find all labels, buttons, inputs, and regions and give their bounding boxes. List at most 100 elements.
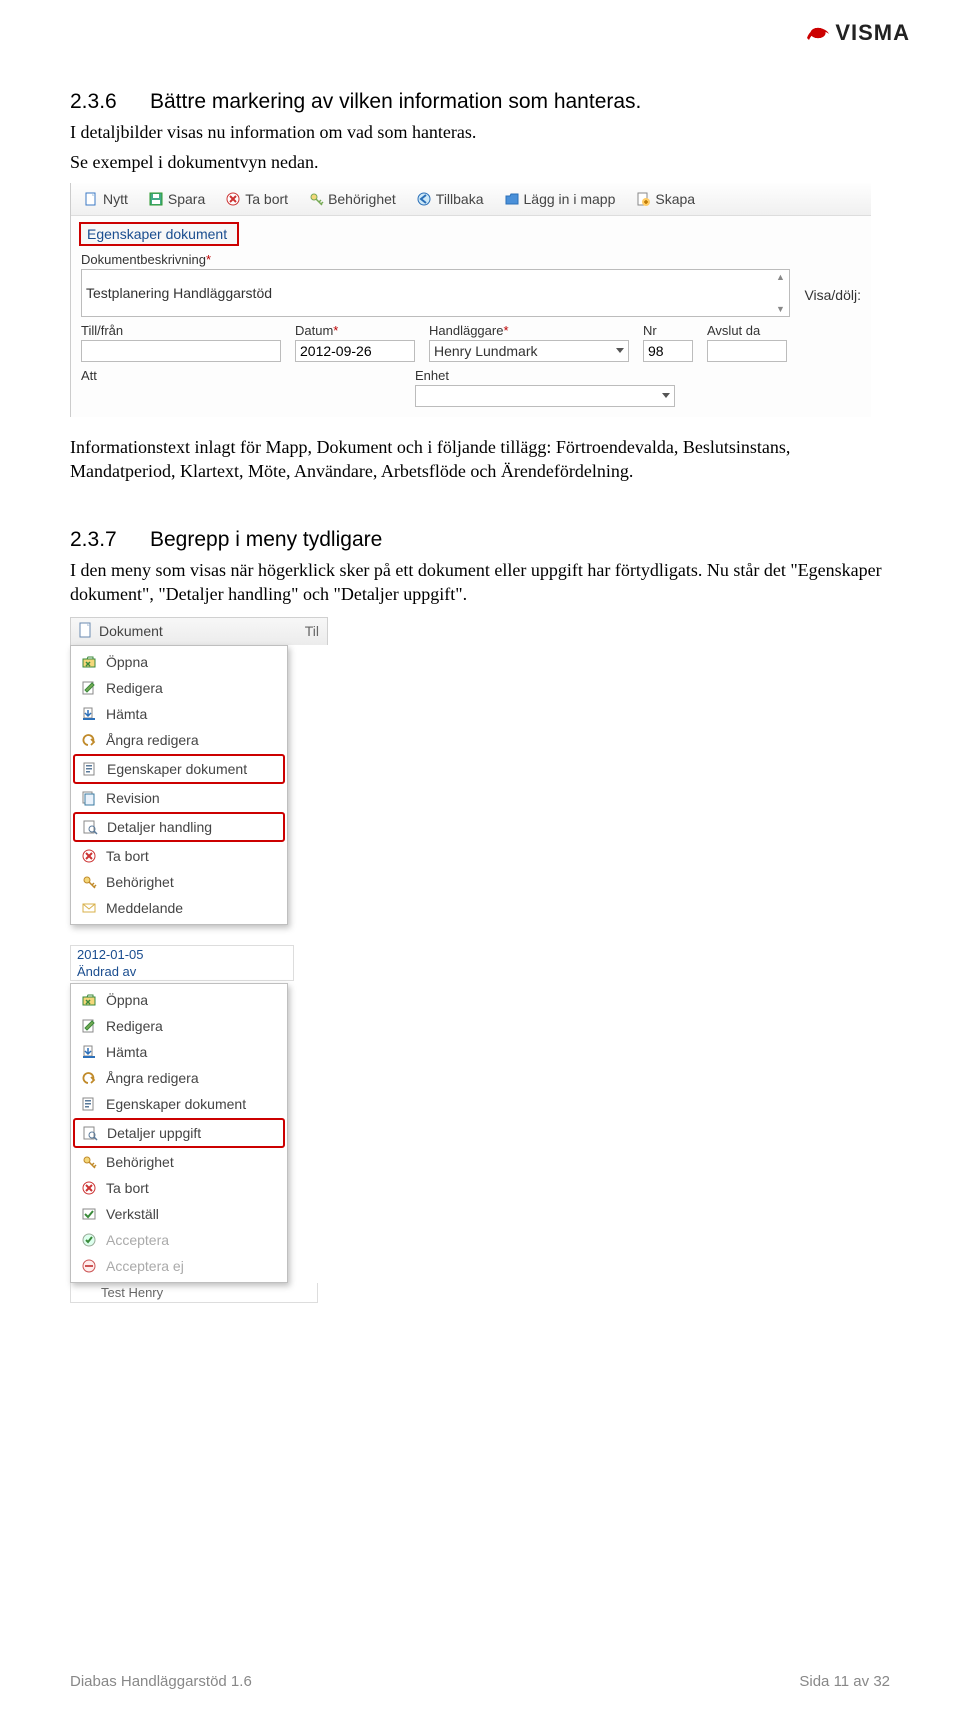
new-icon (83, 191, 99, 207)
delete-icon (80, 1179, 98, 1197)
dropdown-enhet[interactable] (415, 385, 675, 407)
menu-item-acceptera-ej: Acceptera ej (74, 1253, 284, 1279)
menu-item-egenskaper-dokument[interactable]: Egenskaper dokument (74, 1091, 284, 1117)
open-icon (80, 653, 98, 671)
menu-item-redigera[interactable]: Redigera (74, 675, 284, 701)
undo-icon (80, 1069, 98, 1087)
label-dokumentbeskrivning: Dokumentbeskrivning* (81, 252, 790, 267)
menu-item-acceptera: Acceptera (74, 1227, 284, 1253)
folder-icon (504, 191, 520, 207)
create-button[interactable]: Skapa (627, 189, 703, 209)
logo-swirl-icon (805, 24, 831, 42)
menu-item-hämta[interactable]: Hämta (74, 1039, 284, 1065)
label-tillfran: Till/från (81, 323, 281, 338)
menu-item-ångra-redigera[interactable]: Ångra redigera (74, 727, 284, 753)
delete-icon (225, 191, 241, 207)
msg-icon (80, 899, 98, 917)
back-icon (416, 191, 432, 207)
footer-left: Diabas Handläggarstöd 1.6 (70, 1673, 252, 1690)
menu-item-detaljer-uppgift[interactable]: Detaljer uppgift (73, 1118, 285, 1148)
toolbar: NyttSparaTa bortBehörighetTillbakaLägg i… (71, 183, 871, 216)
section-236-p1: I detaljbilder visas nu information om v… (70, 120, 890, 144)
menu-item-öppna[interactable]: Öppna (74, 649, 284, 675)
section-heading-237: 2.3.7Begrepp i meny tydligare (70, 528, 890, 552)
context-menu: ÖppnaRedigeraHämtaÅngra redigeraEgenskap… (70, 645, 288, 925)
brand-logo: VISMA (805, 20, 910, 46)
chevron-down-icon (662, 393, 670, 398)
label-datum: Datum* (295, 323, 415, 338)
label-enhet: Enhet (415, 368, 675, 383)
tab-egenskaper-dokument[interactable]: Egenskaper dokument (79, 222, 239, 246)
grid-header: Dokument Til (70, 617, 328, 645)
perm-icon (80, 873, 98, 891)
rev-icon (80, 789, 98, 807)
label-visadolj: Visa/dölj: (804, 265, 861, 303)
menu-item-ta-bort[interactable]: Ta bort (74, 1175, 284, 1201)
menu-item-behörighet[interactable]: Behörighet (74, 869, 284, 895)
edit-icon (80, 1017, 98, 1035)
menu-item-ta-bort[interactable]: Ta bort (74, 843, 284, 869)
screenshot-context-menu-2: 2012-01-05 Ändrad av ÖppnaRedigeraHämtaÅ… (70, 945, 890, 1303)
download-icon (80, 1043, 98, 1061)
menu-item-meddelande[interactable]: Meddelande (74, 895, 284, 921)
props-icon (80, 1095, 98, 1113)
label-nr: Nr (643, 323, 693, 338)
document-icon (79, 622, 93, 641)
menu-item-egenskaper-dokument[interactable]: Egenskaper dokument (73, 754, 285, 784)
exec-icon (80, 1205, 98, 1223)
screenshot-context-menu-1: Dokument Til ÖppnaRedigeraHämtaÅngra red… (70, 617, 890, 925)
grid-cell-date: 2012-01-05 (70, 945, 294, 963)
detail-icon (81, 818, 99, 836)
input-datum[interactable] (295, 340, 415, 362)
context-menu: ÖppnaRedigeraHämtaÅngra redigeraEgenskap… (70, 983, 288, 1283)
grid-cell-changedby: Ändrad av (70, 963, 294, 981)
menu-item-ångra-redigera[interactable]: Ångra redigera (74, 1065, 284, 1091)
save-button[interactable]: Spara (140, 189, 213, 209)
folder-button[interactable]: Lägg in i mapp (496, 189, 624, 209)
menu-item-behörighet[interactable]: Behörighet (74, 1149, 284, 1175)
edit-icon (80, 679, 98, 697)
accept-icon (80, 1231, 98, 1249)
logo-text: VISMA (835, 20, 910, 46)
input-nr[interactable] (643, 340, 693, 362)
input-avslut[interactable] (707, 340, 787, 362)
undo-icon (80, 731, 98, 749)
label-avslut: Avslut da (707, 323, 787, 338)
delete-button[interactable]: Ta bort (217, 189, 296, 209)
menu-item-redigera[interactable]: Redigera (74, 1013, 284, 1039)
props-icon (81, 760, 99, 778)
download-icon (80, 705, 98, 723)
label-handlaggare: Handläggare* (429, 323, 629, 338)
perm-icon (308, 191, 324, 207)
scroll-up-icon[interactable]: ▲ (773, 272, 787, 282)
menu-item-verkställ[interactable]: Verkställ (74, 1201, 284, 1227)
menu-item-detaljer-handling[interactable]: Detaljer handling (73, 812, 285, 842)
footer-right: Sida 11 av 32 (799, 1673, 890, 1690)
delete-icon (80, 847, 98, 865)
label-att: Att (81, 368, 401, 383)
menu-item-revision[interactable]: Revision (74, 785, 284, 811)
perm-icon (80, 1153, 98, 1171)
save-icon (148, 191, 164, 207)
menu-item-öppna[interactable]: Öppna (74, 987, 284, 1013)
menu-item-hämta[interactable]: Hämta (74, 701, 284, 727)
perm-button[interactable]: Behörighet (300, 189, 404, 209)
detail-icon (81, 1124, 99, 1142)
new-button[interactable]: Nytt (75, 189, 136, 209)
grid-row-below: Test Henry (70, 1283, 318, 1303)
reject-icon (80, 1257, 98, 1275)
section-236-after: Informationstext inlagt för Mapp, Dokume… (70, 435, 890, 484)
section-236-p2: Se exempel i dokumentvyn nedan. (70, 150, 890, 174)
open-icon (80, 991, 98, 1009)
back-button[interactable]: Tillbaka (408, 189, 492, 209)
chevron-down-icon (616, 348, 624, 353)
input-tillfran[interactable] (81, 340, 281, 362)
dropdown-handlaggare[interactable]: Henry Lundmark (429, 340, 629, 362)
section-heading-236: 2.3.6Bättre markering av vilken informat… (70, 90, 890, 114)
scroll-down-icon[interactable]: ▼ (773, 304, 787, 314)
screenshot-doc-properties: NyttSparaTa bortBehörighetTillbakaLägg i… (70, 183, 871, 417)
input-dokumentbeskrivning[interactable]: Testplanering Handläggarstöd ▲ ▼ (81, 269, 790, 317)
section-237-p1: I den meny som visas när högerklick sker… (70, 558, 890, 607)
page-footer: Diabas Handläggarstöd 1.6 Sida 11 av 32 (70, 1673, 890, 1690)
create-icon (635, 191, 651, 207)
